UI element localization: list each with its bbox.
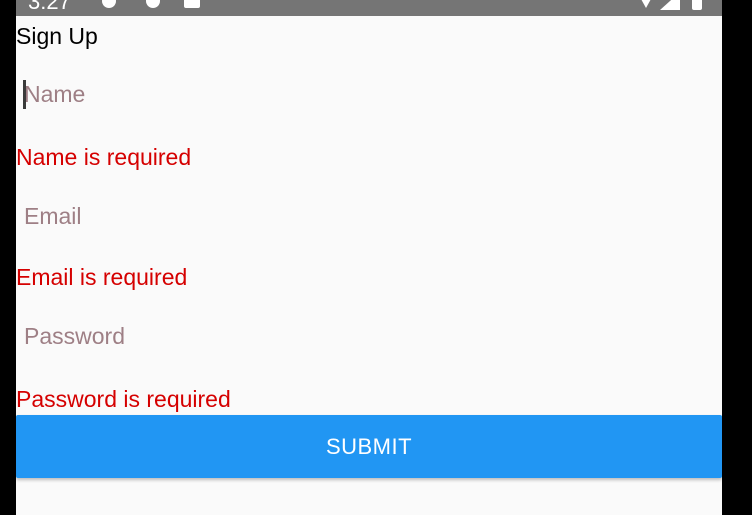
signal-icon bbox=[660, 0, 680, 10]
password-error: Password is required bbox=[16, 386, 231, 412]
name-error: Name is required bbox=[16, 144, 192, 170]
gear-icon bbox=[102, 0, 116, 8]
password-input[interactable] bbox=[16, 312, 722, 360]
wifi-icon bbox=[636, 0, 656, 8]
text-cursor bbox=[23, 80, 26, 109]
battery-icon bbox=[692, 0, 702, 10]
app-screen: 3:27 Sign Up Name is required Email is r… bbox=[16, 0, 722, 515]
submit-button[interactable]: SUBMIT bbox=[16, 415, 722, 478]
sd-card-icon bbox=[184, 0, 200, 8]
status-time: 3:27 bbox=[28, 0, 71, 14]
email-input[interactable] bbox=[16, 192, 722, 240]
shield-icon bbox=[146, 0, 160, 8]
name-input[interactable] bbox=[16, 70, 722, 118]
status-bar: 3:27 bbox=[16, 0, 722, 16]
page-title: Sign Up bbox=[16, 23, 98, 49]
email-error: Email is required bbox=[16, 264, 188, 290]
